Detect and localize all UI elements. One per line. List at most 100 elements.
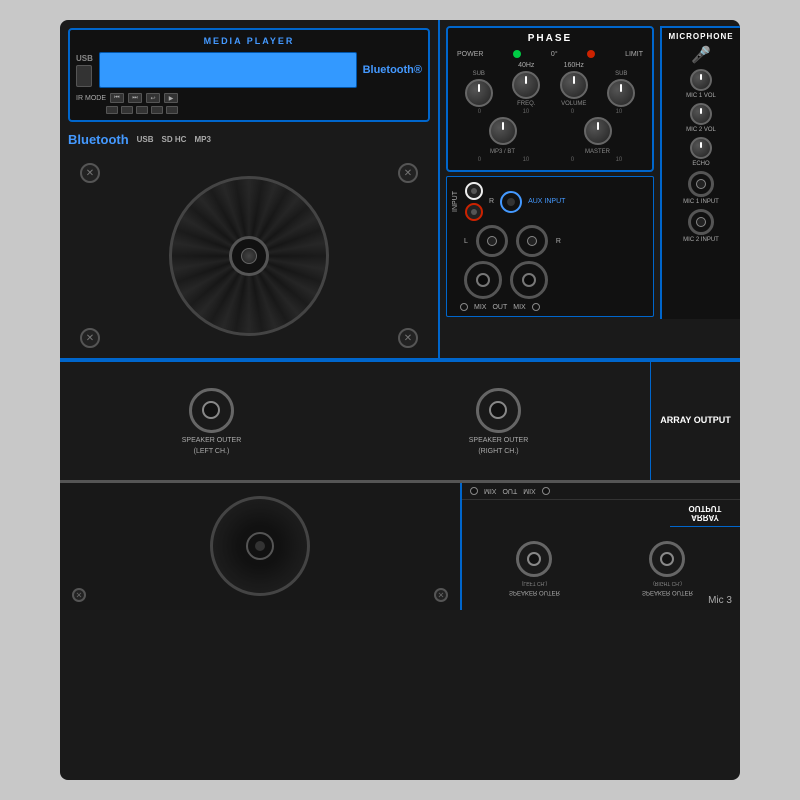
array-output-label: ARRAY OUTPUT (660, 415, 731, 427)
reflected-panel: ✕ ✕ SPEAKER OUTER (LEFT CH.) (60, 480, 740, 610)
speaker-port-left[interactable] (189, 388, 234, 433)
knobs-row1: SUB 40Hz FREQ. 160Hz VOLU (453, 60, 647, 109)
speaker-outer-right-label: SPEAKER OUTER (469, 437, 529, 444)
mic2-vol-label: MIC 2 VOL (686, 127, 716, 133)
usb-port[interactable] (76, 65, 92, 87)
aux-label: AUX INPUT (528, 198, 565, 205)
next-btn[interactable]: ⏭ (128, 93, 142, 103)
aux-jack[interactable] (500, 191, 522, 213)
reflected-fan (210, 497, 310, 597)
xlr-r-inner (522, 273, 536, 287)
phase-title: PHASE (453, 33, 647, 44)
screw-br: ✕ (398, 328, 418, 348)
screw-tl: ✕ (80, 163, 100, 183)
mic2-input-jack[interactable] (688, 209, 714, 235)
screw-tr: ✕ (398, 163, 418, 183)
repeat-btn[interactable]: ↩ (146, 93, 160, 103)
limit-indicator (587, 50, 595, 58)
rca-r-inner (471, 209, 477, 215)
ir-controls: IR MODE ⏮ ⏭ ↩ ▶ (76, 93, 422, 103)
mic1-input-inner (696, 179, 706, 189)
rca-r-jack[interactable] (465, 203, 483, 221)
ctrl-dot-3[interactable] (136, 106, 148, 114)
sub-knob-left[interactable] (465, 79, 493, 107)
speaker-outer-right: SPEAKER OUTER (RIGHT CH.) (469, 388, 529, 455)
play-btn[interactable]: ▶ (164, 93, 178, 103)
reflected-array-label: ARRAY OUTPUT (670, 500, 740, 527)
mic1-input-label: MIC 1 INPUT (683, 199, 719, 205)
main-controls: PHASE POWER 0° LIMIT (440, 20, 660, 319)
ctrl-dot-2[interactable] (121, 106, 133, 114)
xlr-l-inner (476, 273, 490, 287)
xlr-row (452, 261, 648, 299)
input-label: INPUT (452, 191, 459, 212)
master-knob[interactable] (584, 117, 612, 145)
mic1-vol-knob[interactable] (690, 69, 712, 91)
trs-l-jack[interactable] (476, 225, 508, 257)
echo-label: ECHO (692, 161, 709, 167)
scale-10-right: 10 (616, 109, 623, 115)
reflected-speaker-row: SPEAKER OUTER (LEFT CH.) SPEAKER OUTER (… (462, 527, 740, 610)
speaker-port-left-inner (202, 401, 220, 419)
prev-btn[interactable]: ⏮ (110, 93, 124, 103)
mic1-input-jack[interactable] (688, 171, 714, 197)
usb-icon-label: USB (137, 135, 154, 144)
reflected-port-right-inner (660, 553, 674, 567)
trs-r-jack[interactable] (516, 225, 548, 257)
cooling-fan (169, 176, 329, 336)
master-knob-group: MASTER (584, 117, 612, 155)
xlr-r-jack[interactable] (510, 261, 548, 299)
controls-and-mic: PHASE POWER 0° LIMIT (440, 20, 740, 319)
echo-knob[interactable] (690, 137, 712, 159)
reflected-fan-inner (255, 542, 265, 552)
mic2-vol-knob[interactable] (690, 103, 712, 125)
scale-0-right: 0 (571, 109, 574, 115)
sub-knob-right[interactable] (607, 79, 635, 107)
power-label: POWER (457, 51, 483, 58)
mix-label: MIX (474, 304, 486, 311)
reflected-mix-label-2: MIX (523, 488, 535, 495)
mp3bt-knob[interactable] (489, 117, 517, 145)
freq-knob[interactable] (512, 71, 540, 99)
reflected-port-left[interactable] (516, 542, 552, 578)
speaker-outer-left-sub: (LEFT CH.) (194, 448, 230, 455)
reflected-out-label: OUT (502, 488, 517, 495)
reflected-speaker-left-ch: (LEFT CH.) (522, 581, 547, 587)
scale-10-mp3: 10 (523, 157, 530, 163)
reflected-mix-label: MIX (484, 488, 496, 495)
mic2-input-label: MIC 2 INPUT (683, 237, 719, 243)
volume-label: VOLUME (561, 101, 586, 107)
reflected-right: SPEAKER OUTER (LEFT CH.) SPEAKER OUTER (… (460, 483, 740, 610)
ctrl-dot-4[interactable] (151, 106, 163, 114)
reflected-array-text: ARRAY OUTPUT (674, 504, 736, 522)
ctrl-dot-5[interactable] (166, 106, 178, 114)
phase180-group: 40Hz FREQ. (512, 62, 540, 107)
control-dots-row (76, 106, 422, 114)
out-label: OUT (492, 304, 507, 311)
vol-knob-group: 160Hz VOLUME (560, 62, 588, 107)
reflected-port-right[interactable] (649, 542, 685, 578)
speaker-port-right[interactable] (476, 388, 521, 433)
scale-0-left: 0 (478, 109, 481, 115)
input-section: INPUT R (446, 176, 654, 317)
vol-knob[interactable] (560, 71, 588, 99)
mp3-icon-label: MP3 (194, 135, 210, 144)
lcd-display (99, 52, 357, 88)
sub-knob-right-group: SUB (607, 71, 635, 107)
ctrl-dot-1[interactable] (106, 106, 118, 114)
bluetooth-label: Bluetooth® (363, 64, 422, 76)
rca-l-jack[interactable] (465, 182, 483, 200)
trs-r-inner (527, 236, 537, 246)
reflected-port-left-inner (527, 553, 541, 567)
l-label: L (464, 238, 468, 245)
reflected-mix-dot-l (470, 487, 478, 495)
aux-inner (507, 198, 515, 206)
rca-l-inner (471, 188, 477, 194)
reflected-speaker-right-ch: (RIGHT CH.) (653, 581, 682, 587)
reflected-speaker-right-label: SPEAKER OUTER (642, 590, 693, 596)
mp3bt-knob-group: MP3 / BT (489, 117, 517, 155)
xlr-l-jack[interactable] (464, 261, 502, 299)
media-player-body: USB Bluetooth® (76, 52, 422, 88)
pa-speaker-device: MEDIA PLAYER USB Bluetooth® IR MODE ⏮ ⏭ (60, 20, 740, 780)
media-player-section: MEDIA PLAYER USB Bluetooth® IR MODE ⏮ ⏭ (68, 28, 430, 122)
